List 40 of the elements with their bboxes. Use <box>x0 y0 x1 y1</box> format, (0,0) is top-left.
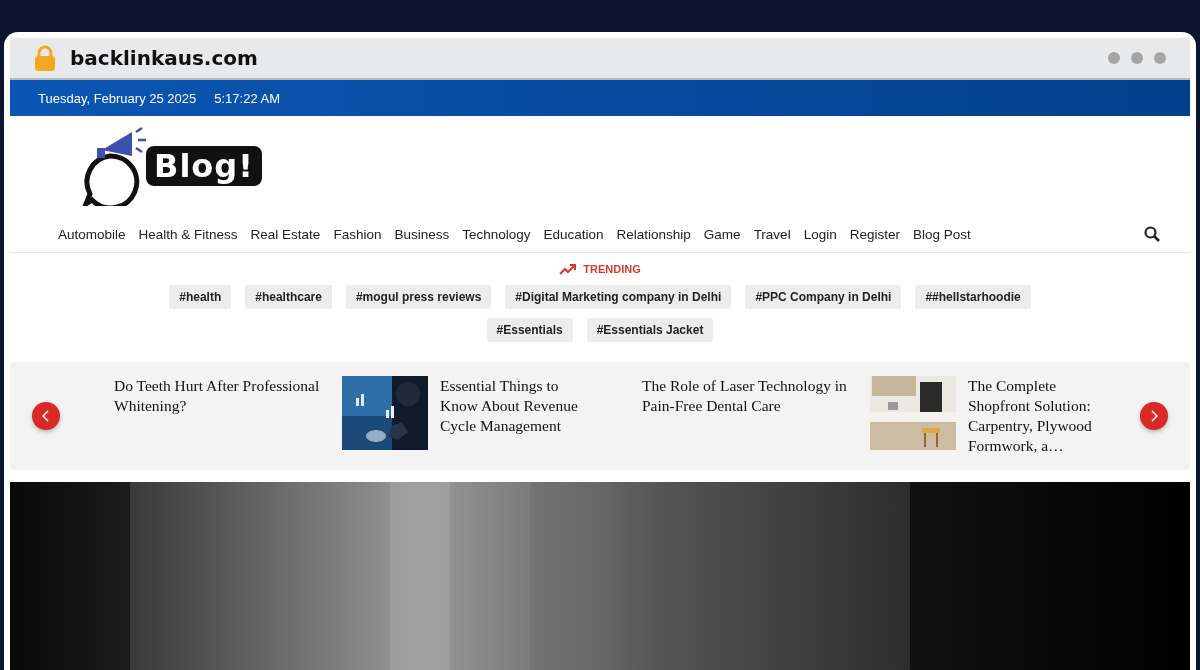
window-dot[interactable] <box>1154 52 1166 64</box>
tag-link[interactable]: #health <box>169 285 232 309</box>
address-url[interactable]: backlinkaus.com <box>70 46 258 70</box>
nav-link[interactable]: Relationship <box>616 226 691 242</box>
nav-link[interactable]: Automobile <box>58 226 126 242</box>
post-title[interactable]: The Role of Laser Technology in Pain-Free Dental Care <box>642 375 858 416</box>
next-button[interactable] <box>1140 402 1168 430</box>
trending-up-icon <box>559 263 578 275</box>
tag-link[interactable]: #Essentials Jacket <box>586 318 714 342</box>
nav-link[interactable]: Business <box>394 226 450 242</box>
date-text: Tuesday, February 25 2025 <box>38 90 197 106</box>
tag-link[interactable]: #Essentials <box>486 318 573 342</box>
nav-link[interactable]: Fashion <box>333 226 382 242</box>
chevron-right-icon <box>1150 410 1158 422</box>
blog-logo[interactable]: Blog! <box>80 126 262 206</box>
tag-link[interactable]: #mogul press reviews <box>345 285 492 309</box>
nav-link[interactable]: Real Estate <box>250 226 321 242</box>
post-title[interactable]: The Complete Shopfront Solution: Carpentry, Plywood Formwork, a… <box>968 375 1122 457</box>
tag-link[interactable]: #PPC Company in Delhi <box>745 285 902 309</box>
chevron-left-icon <box>42 410 50 422</box>
nav-link[interactable]: Register <box>849 226 900 242</box>
nav-link[interactable]: Login <box>803 226 837 242</box>
nav-link[interactable]: Education <box>543 226 604 242</box>
nav-link[interactable]: Health & Fitness <box>138 226 238 242</box>
nav-link[interactable]: Technology <box>462 226 531 242</box>
tag-link[interactable]: ##hellstarhoodie <box>915 285 1031 309</box>
tag-link[interactable]: #Digital Marketing company in Delhi <box>505 285 732 309</box>
window-dot[interactable] <box>1131 52 1143 64</box>
search-icon[interactable] <box>1144 226 1160 242</box>
lock-icon <box>34 45 56 71</box>
trending-label: TRENDING <box>583 263 641 275</box>
nav-link[interactable]: Game <box>703 226 741 242</box>
time-text: 5:17:22 AM <box>214 90 281 106</box>
window-dot[interactable] <box>1108 52 1120 64</box>
tag-link[interactable]: #healthcare <box>245 285 332 309</box>
post-title[interactable]: Essential Things to Know About Revenue Cycle Management <box>440 375 594 437</box>
nav-link[interactable]: Travel <box>753 226 791 242</box>
nav-link[interactable]: Blog Post <box>912 226 971 242</box>
post-title[interactable]: Do Teeth Hurt After Professional Whitening? <box>114 375 330 416</box>
previous-button[interactable] <box>32 402 60 430</box>
